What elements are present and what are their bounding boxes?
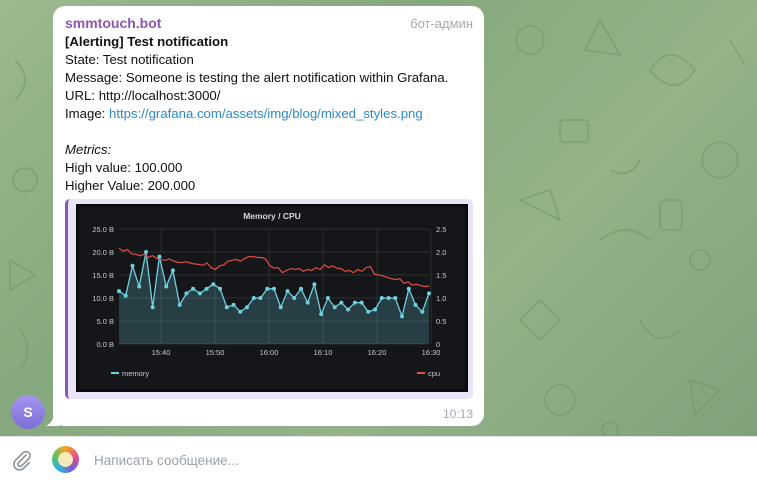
message-composer bbox=[0, 436, 757, 483]
memory-point bbox=[339, 300, 344, 305]
memory-point bbox=[373, 307, 378, 312]
alert-title: [Alerting] Test notification bbox=[65, 34, 229, 49]
memory-point bbox=[352, 300, 357, 305]
memory-point bbox=[211, 282, 216, 287]
legend-memory-label: memory bbox=[122, 369, 149, 378]
memory-point bbox=[197, 291, 202, 296]
memory-point bbox=[386, 296, 391, 300]
x-tick-label: 16:10 bbox=[314, 348, 333, 357]
y-right-tick-label: 1.5 bbox=[436, 271, 446, 280]
memory-point bbox=[265, 286, 270, 291]
sender-avatar[interactable]: S bbox=[11, 395, 45, 429]
paperclip-icon[interactable] bbox=[11, 449, 33, 471]
memory-point bbox=[305, 300, 310, 305]
y-right-tick-label: 2.0 bbox=[436, 248, 446, 257]
memory-point bbox=[420, 309, 425, 314]
x-tick-label: 15:40 bbox=[152, 348, 171, 357]
admin-role-tag: бот-админ bbox=[410, 16, 473, 31]
metric-high-value: High value: 100.000 bbox=[65, 160, 183, 175]
memory-point bbox=[258, 296, 263, 300]
sticker-icon[interactable] bbox=[52, 446, 79, 473]
memory-point bbox=[157, 254, 162, 259]
image-link[interactable]: https://grafana.com/assets/img/blog/mixe… bbox=[109, 106, 423, 121]
message-input[interactable] bbox=[94, 449, 694, 471]
memory-point bbox=[325, 296, 330, 300]
message-time: 10:13 bbox=[442, 407, 473, 421]
memory-point bbox=[117, 289, 121, 294]
link-preview[interactable]: Memory / CPU 0.0 B 0 5.0 B 0.5 10.0 B 1.0 15.0 … bbox=[65, 199, 473, 399]
memory-point bbox=[393, 296, 398, 300]
memory-point bbox=[130, 263, 135, 268]
memory-point bbox=[312, 282, 317, 287]
memory-point bbox=[319, 312, 324, 317]
memory-point bbox=[332, 305, 337, 310]
x-tick-label: 16:30 bbox=[422, 348, 441, 357]
alert-url: URL: http://localhost:3000/ bbox=[65, 88, 221, 103]
image-prefix: Image: bbox=[65, 106, 109, 121]
memory-point bbox=[123, 293, 128, 298]
y-left-tick-label: 20.0 B bbox=[92, 248, 114, 257]
legend-cpu-label: cpu bbox=[428, 369, 440, 378]
memory-point bbox=[204, 286, 209, 291]
memory-point bbox=[191, 286, 196, 291]
memory-point bbox=[238, 309, 243, 314]
y-left-tick-label: 15.0 B bbox=[92, 271, 114, 280]
memory-point bbox=[251, 296, 256, 300]
memory-point bbox=[299, 286, 303, 291]
memory-point bbox=[218, 286, 223, 291]
memory-point bbox=[144, 250, 148, 254]
memory-point bbox=[427, 291, 431, 296]
memory-point bbox=[164, 284, 169, 289]
memory-cpu-chart: Memory / CPU0.0 B 05.0 B 0.510.0 B 1.015.0 … bbox=[92, 211, 446, 378]
message-text: [Alerting] Test notification State: Test… bbox=[65, 33, 477, 195]
alert-state: State: Test notification bbox=[65, 52, 194, 67]
memory-point bbox=[170, 268, 175, 273]
y-right-tick-label: 1.0 bbox=[436, 294, 446, 303]
memory-point bbox=[177, 302, 182, 307]
memory-point bbox=[400, 314, 404, 319]
memory-point bbox=[224, 305, 229, 310]
metrics-label: Metrics: bbox=[65, 142, 112, 157]
alert-message: Message: Someone is testing the alert no… bbox=[65, 70, 449, 85]
memory-point bbox=[184, 291, 189, 296]
x-tick-label: 15:50 bbox=[206, 348, 225, 357]
sender-name[interactable]: smmtouch.bot bbox=[65, 15, 161, 31]
memory-point bbox=[406, 286, 411, 291]
memory-point bbox=[292, 296, 297, 300]
x-tick-label: 16:20 bbox=[368, 348, 387, 357]
memory-point bbox=[245, 305, 249, 310]
y-left-tick-label: 25.0 B bbox=[92, 225, 114, 234]
memory-point bbox=[413, 302, 418, 307]
x-tick-label: 16:00 bbox=[260, 348, 279, 357]
y-left-tick-label: 10.0 B bbox=[92, 294, 114, 303]
avatar-letter: S bbox=[23, 404, 33, 420]
memory-point bbox=[366, 309, 371, 314]
memory-point bbox=[150, 305, 155, 310]
memory-point bbox=[231, 302, 236, 307]
alert-image-line: Image: https://grafana.com/assets/img/bl… bbox=[65, 105, 477, 123]
memory-point bbox=[137, 284, 142, 289]
y-left-tick-label: 5.0 B bbox=[96, 317, 114, 326]
y-left-tick-label: 0.0 B bbox=[96, 340, 114, 349]
grafana-chart-image[interactable]: Memory / CPU 0.0 B 0 5.0 B 0.5 10.0 B 1.0 15.0 … bbox=[76, 204, 468, 392]
message-bubble[interactable]: smmtouch.bot бот-админ [Alerting] Test n… bbox=[53, 6, 484, 426]
memory-point bbox=[278, 305, 283, 310]
memory-point bbox=[379, 296, 384, 300]
y-right-tick-label: 2.5 bbox=[436, 225, 446, 234]
memory-point bbox=[346, 307, 351, 312]
memory-point bbox=[285, 289, 290, 294]
y-right-tick-label: 0.5 bbox=[436, 317, 446, 326]
chart-title: Memory / CPU bbox=[243, 211, 301, 221]
memory-point bbox=[359, 300, 364, 305]
memory-point bbox=[272, 286, 276, 291]
metric-higher-value: Higher Value: 200.000 bbox=[65, 178, 196, 193]
